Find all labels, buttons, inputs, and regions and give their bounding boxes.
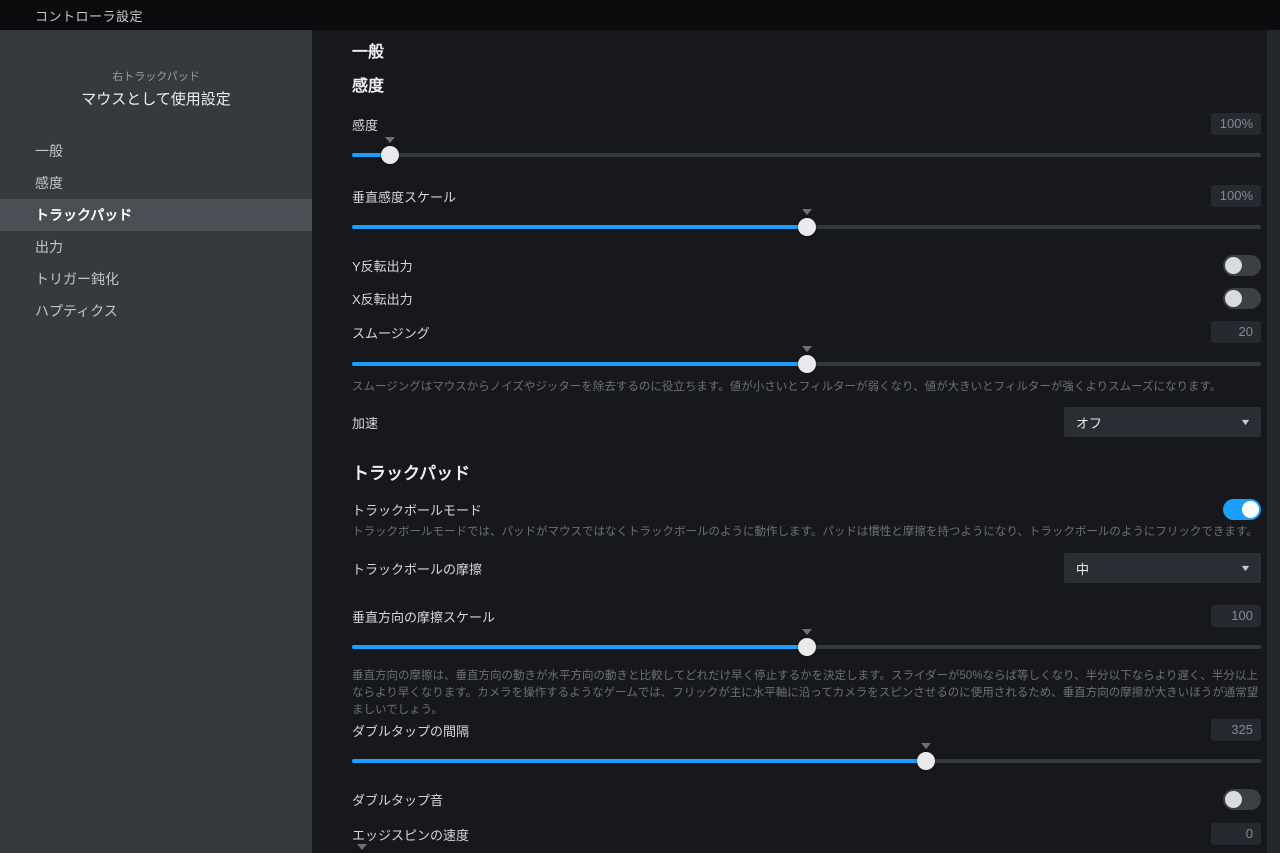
slider-notch-icon	[802, 346, 812, 352]
slider-notch-icon	[802, 629, 812, 635]
dropdown-arrow-icon: ▼	[1239, 417, 1251, 427]
sensitivity-label: 感度	[352, 115, 378, 134]
setting-row-invert-x: X反転出力	[352, 287, 1261, 309]
setting-row-vertical-sens: 垂直感度スケール 100%	[352, 185, 1261, 207]
sidebar-item-trackpad[interactable]: トラックパッド	[0, 199, 312, 231]
sidebar: 右トラックパッド マウスとして使用設定 一般 感度 トラックパッド 出力 トリガ…	[0, 30, 312, 853]
titlebar: コントローラ設定	[0, 0, 1280, 30]
setting-row-vertical-friction: 垂直方向の摩擦スケール 100	[352, 605, 1261, 627]
setting-row-trackball-mode: トラックボールモード	[352, 498, 1261, 520]
slider-thumb[interactable]	[798, 355, 816, 373]
dropdown-arrow-icon: ▼	[1239, 563, 1251, 573]
double-tap-sound-toggle[interactable]	[1223, 789, 1261, 810]
double-tap-interval-value[interactable]: 325	[1211, 719, 1261, 741]
sidebar-item-trigger-dampening[interactable]: トリガー鈍化	[0, 263, 312, 295]
device-name: 右トラックパッド	[0, 68, 312, 84]
invert-y-toggle[interactable]	[1223, 255, 1261, 276]
vertical-friction-slider[interactable]	[352, 637, 1261, 657]
edge-spin-speed-value[interactable]: 0	[1211, 823, 1261, 845]
slider-thumb[interactable]	[798, 218, 816, 236]
setting-row-double-tap-sound: ダブルタップ音	[352, 788, 1261, 810]
slider-thumb[interactable]	[381, 146, 399, 164]
setting-row-acceleration: 加速 オフ ▼	[352, 407, 1261, 437]
toggle-knob	[1225, 290, 1242, 307]
slider-notch-icon	[357, 844, 367, 850]
edge-spin-speed-label: エッジスピンの速度	[352, 825, 469, 844]
window-title: コントローラ設定	[35, 6, 143, 25]
setting-row-trackball-friction: トラックボールの摩擦 中 ▼	[352, 553, 1261, 583]
sensitivity-slider[interactable]	[352, 145, 1261, 165]
toggle-knob	[1242, 501, 1259, 518]
vertical-sens-slider[interactable]	[352, 217, 1261, 237]
acceleration-dropdown[interactable]: オフ ▼	[1064, 407, 1261, 437]
setting-row-smoothing: スムージング 20	[352, 321, 1261, 343]
sidebar-header: 右トラックパッド マウスとして使用設定	[0, 30, 312, 109]
toggle-knob	[1225, 257, 1242, 274]
slider-thumb[interactable]	[917, 752, 935, 770]
setting-row-edge-spin-speed: エッジスピンの速度 0	[352, 823, 1261, 845]
sidebar-item-sensitivity[interactable]: 感度	[0, 167, 312, 199]
toggle-knob	[1225, 791, 1242, 808]
smoothing-value[interactable]: 20	[1211, 321, 1261, 343]
dropdown-selected-value: 中	[1076, 559, 1089, 578]
section-heading-sensitivity: 感度	[352, 76, 1261, 98]
section-heading-general: 一般	[352, 42, 1261, 64]
vertical-friction-description: 垂直方向の摩擦は、垂直方向の動きが水平方向の動きと比較してどれだけ早く停止するか…	[352, 668, 1261, 719]
trackball-mode-label: トラックボールモード	[352, 500, 482, 519]
settings-panel: 一般 感度 感度 100% 垂直感度スケール 100% Y反転出力 X反転出力	[312, 30, 1280, 853]
slider-fill	[352, 759, 926, 763]
sidebar-nav: 一般 感度 トラックパッド 出力 トリガー鈍化 ハプティクス	[0, 135, 312, 327]
vertical-friction-label: 垂直方向の摩擦スケール	[352, 607, 495, 626]
invert-x-toggle[interactable]	[1223, 288, 1261, 309]
sidebar-item-general[interactable]: 一般	[0, 135, 312, 167]
smoothing-label: スムージング	[352, 323, 430, 342]
slider-track	[352, 153, 1261, 157]
slider-notch-icon	[921, 743, 931, 749]
trackball-friction-label: トラックボールの摩擦	[352, 559, 482, 578]
slider-fill	[352, 645, 807, 649]
vertical-sens-value[interactable]: 100%	[1211, 185, 1261, 207]
sidebar-item-output[interactable]: 出力	[0, 231, 312, 263]
scrollbar[interactable]	[1267, 30, 1280, 853]
slider-fill	[352, 362, 807, 366]
vertical-friction-value[interactable]: 100	[1211, 605, 1261, 627]
setting-row-invert-y: Y反転出力	[352, 254, 1261, 276]
smoothing-description: スムージングはマウスからノイズやジッターを除去するのに役立ちます。値が小さいとフ…	[352, 379, 1261, 396]
invert-x-label: X反転出力	[352, 289, 413, 308]
mode-title: マウスとして使用設定	[0, 88, 312, 109]
vertical-sens-label: 垂直感度スケール	[352, 187, 456, 206]
slider-notch-icon	[802, 209, 812, 215]
section-heading-trackpad: トラックパッド	[352, 462, 1261, 486]
double-tap-interval-label: ダブルタップの間隔	[352, 721, 469, 740]
trackball-friction-dropdown[interactable]: 中 ▼	[1064, 553, 1261, 583]
sidebar-item-haptics[interactable]: ハプティクス	[0, 295, 312, 327]
double-tap-sound-label: ダブルタップ音	[352, 790, 443, 809]
double-tap-interval-slider[interactable]	[352, 751, 1261, 771]
slider-fill	[352, 225, 807, 229]
slider-notch-icon	[385, 137, 395, 143]
trackball-mode-toggle[interactable]	[1223, 499, 1261, 520]
acceleration-label: 加速	[352, 413, 378, 432]
setting-row-sensitivity: 感度 100%	[352, 113, 1261, 135]
slider-thumb[interactable]	[798, 638, 816, 656]
trackball-mode-description: トラックボールモードでは、パッドがマウスではなくトラックボールのように動作します…	[352, 524, 1261, 541]
smoothing-slider[interactable]	[352, 354, 1261, 374]
invert-y-label: Y反転出力	[352, 256, 413, 275]
dropdown-selected-value: オフ	[1076, 413, 1102, 432]
sensitivity-value[interactable]: 100%	[1211, 113, 1261, 135]
setting-row-double-tap-interval: ダブルタップの間隔 325	[352, 719, 1261, 741]
